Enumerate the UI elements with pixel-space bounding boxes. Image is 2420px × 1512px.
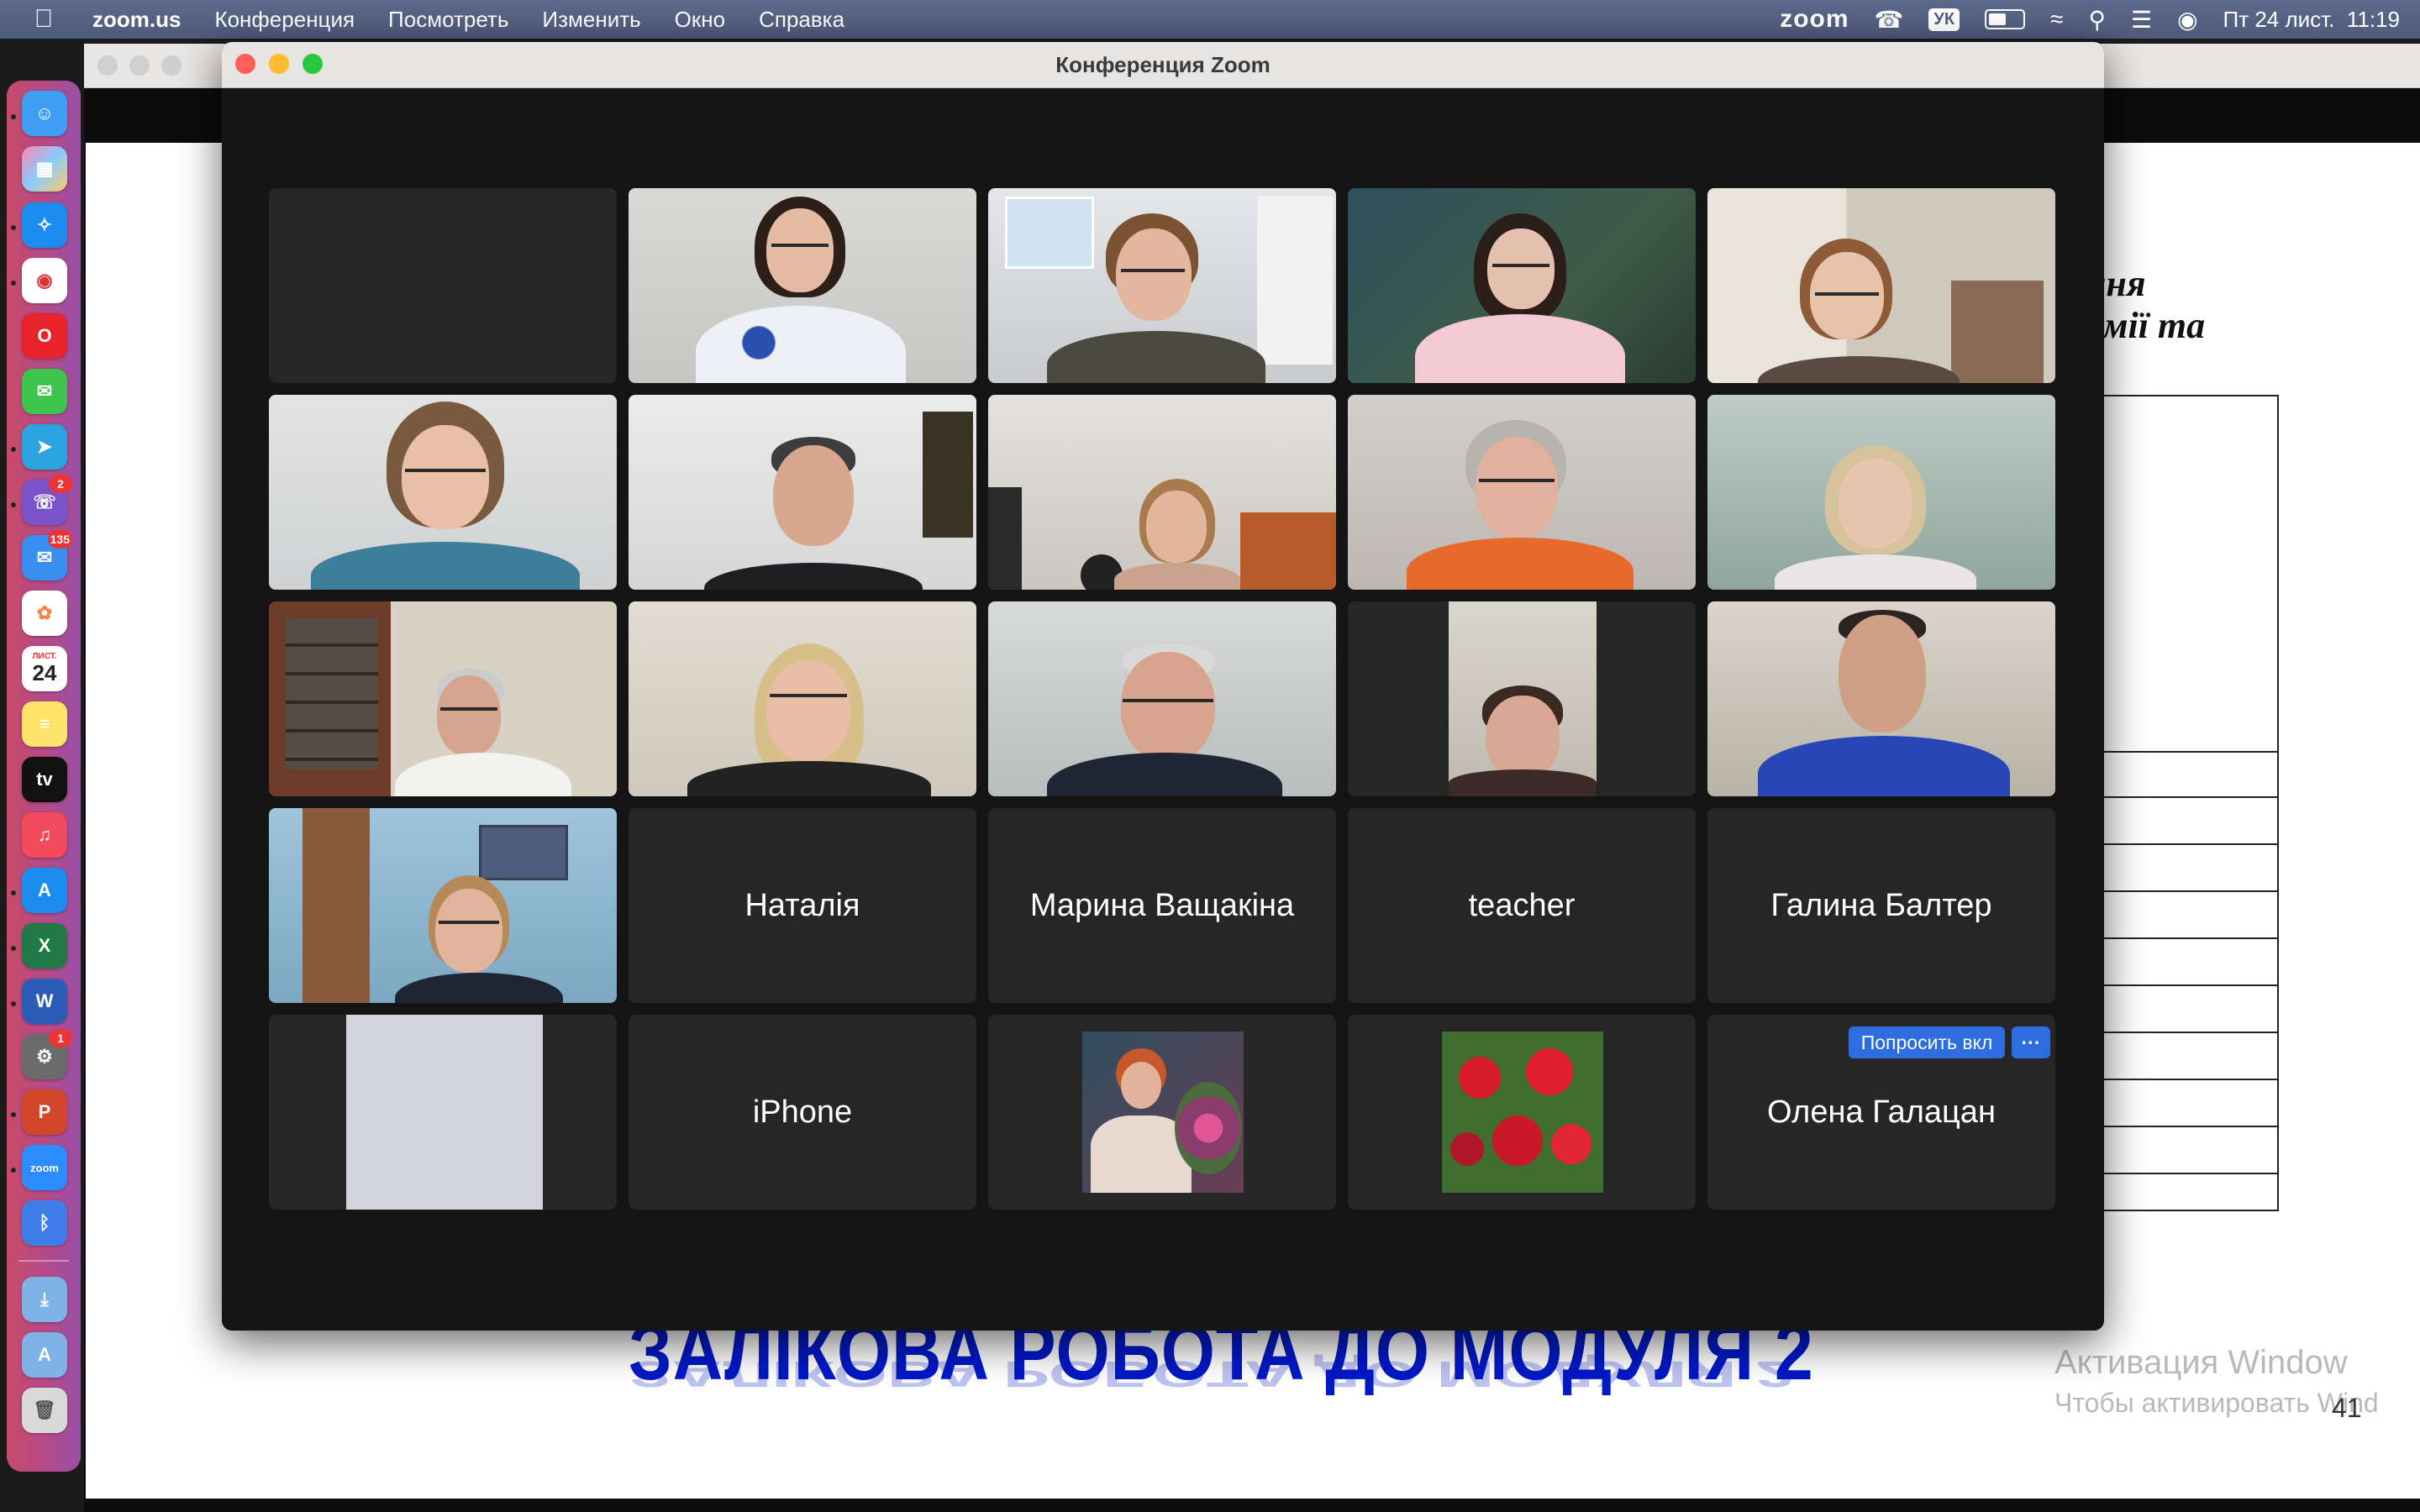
participant-tile-name-only[interactable]: teacher xyxy=(1348,808,1696,1003)
apple-icon[interactable]:  xyxy=(20,5,67,34)
participant-name: Галина Балтер xyxy=(1770,887,1992,923)
applications-folder-icon[interactable]: A xyxy=(22,1332,67,1378)
dock-separator xyxy=(18,1260,69,1262)
photos-icon[interactable]: ✿ xyxy=(22,591,67,636)
participant-tile[interactable] xyxy=(629,395,976,590)
menu-app-name[interactable]: zoom.us xyxy=(92,7,181,33)
participant-tile-name-only[interactable]: Марина Ващакіна xyxy=(988,808,1336,1003)
participant-tile[interactable] xyxy=(988,395,1336,590)
finder-icon[interactable]: ☺ xyxy=(22,91,67,136)
participant-tile[interactable] xyxy=(269,601,617,796)
viber-icon[interactable]: ☏ 2 xyxy=(22,475,72,525)
search-icon[interactable]: ⚲ xyxy=(2088,6,2106,34)
participant-tile[interactable] xyxy=(1707,395,2055,590)
activation-watermark: Активация Window xyxy=(2054,1344,2348,1381)
zoom-titlebar: Конференция Zoom xyxy=(222,42,2104,88)
excel-icon[interactable]: X xyxy=(22,923,67,969)
safari-icon[interactable]: ✧ xyxy=(22,202,67,248)
participant-tile[interactable] xyxy=(988,601,1336,796)
participant-tile-name-only[interactable]: Галина Балтер xyxy=(1707,808,2055,1003)
downloads-folder-icon[interactable]: ⤓ xyxy=(22,1277,67,1322)
zoom-app-label: zoom xyxy=(30,1161,59,1174)
participant-tile[interactable] xyxy=(1348,601,1696,796)
slide-title-reflection: ЗАЛІКОВА РОБОТА ДО МОДУЛЯ 2 xyxy=(629,1353,1795,1394)
close-icon[interactable] xyxy=(97,55,118,76)
mail-icon[interactable]: ✉ 135 xyxy=(22,530,72,580)
participant-tile[interactable] xyxy=(1707,601,2055,796)
participant-tile-avatar[interactable] xyxy=(988,1015,1336,1210)
participant-tile[interactable] xyxy=(988,188,1336,383)
participant-tile-name-only[interactable]: Наталія xyxy=(629,808,976,1003)
menu-item-help[interactable]: Справка xyxy=(759,7,844,33)
participant-tile[interactable] xyxy=(269,395,617,590)
menu-item-conference[interactable]: Конференция xyxy=(214,7,355,33)
notes-icon[interactable]: ≡ xyxy=(22,701,67,747)
participant-avatar-flowers xyxy=(1442,1032,1603,1193)
zoom-status-icon[interactable]: zoom xyxy=(1780,5,1849,34)
participant-tile[interactable] xyxy=(1707,188,2055,383)
app-store-icon[interactable]: A xyxy=(22,868,67,913)
bluetooth-icon[interactable]: ᛒ xyxy=(22,1200,67,1246)
minimize-icon[interactable] xyxy=(129,55,150,76)
participant-tile[interactable] xyxy=(1348,395,1696,590)
participant-blank-video xyxy=(346,1015,543,1210)
participant-tile-avatar[interactable] xyxy=(1348,1015,1696,1210)
apple-tv-icon[interactable]: tv xyxy=(22,757,67,802)
mail-badge: 135 xyxy=(47,530,72,549)
participant-tile[interactable] xyxy=(1348,188,1696,383)
trash-icon[interactable]: 🗑 xyxy=(22,1388,67,1433)
calendar-day: 24 xyxy=(32,660,57,685)
word-icon[interactable]: W xyxy=(22,979,67,1024)
menu-bar:  zoom.us Конференция Посмотреть Изменит… xyxy=(0,0,2420,39)
menu-item-view[interactable]: Посмотреть xyxy=(388,7,508,33)
window-title: Конференция Zoom xyxy=(1055,52,1270,77)
slide-page-number: 41 xyxy=(2332,1393,2362,1423)
participant-tile[interactable] xyxy=(269,808,617,1003)
system-settings-icon[interactable]: ⚙ 1 xyxy=(22,1029,72,1079)
participant-tile-name-only[interactable]: iPhone xyxy=(629,1015,976,1210)
launchpad-icon[interactable]: ▦ xyxy=(22,146,67,192)
participant-tile-empty[interactable] xyxy=(269,188,617,383)
zoom-window-icon[interactable] xyxy=(161,55,182,76)
apple-tv-label: tv xyxy=(36,769,53,790)
zoom-meeting-window: Конференция Zoom Наталія Марина Ващакіна… xyxy=(222,42,2104,1331)
chrome-icon[interactable]: ◉ xyxy=(22,258,67,303)
keyboard-layout-indicator[interactable]: УК xyxy=(1928,8,1960,31)
control-center-icon[interactable]: ☰ xyxy=(2131,6,2152,34)
participant-tile-active-speaker[interactable] xyxy=(629,188,976,383)
viber-badge: 2 xyxy=(49,475,72,493)
telegram-icon[interactable]: ➤ xyxy=(22,424,67,470)
messages-icon[interactable]: ✉ xyxy=(22,369,67,414)
activation-watermark-sub: Чтобы активировать Wind xyxy=(2054,1388,2379,1418)
ask-to-unmute-button[interactable]: Попросить вкл xyxy=(1849,1026,2005,1058)
siri-icon[interactable]: ◉ xyxy=(2177,6,2197,34)
participant-tile[interactable] xyxy=(629,601,976,796)
viber-status-icon[interactable]: ☎ xyxy=(1875,6,1904,34)
menu-clock[interactable]: Пт 24 лист. 11:19 xyxy=(2223,7,2401,33)
battery-icon[interactable] xyxy=(1985,9,2026,29)
participant-tile[interactable] xyxy=(269,1015,617,1210)
settings-badge: 1 xyxy=(49,1029,72,1047)
menu-item-window[interactable]: Окно xyxy=(675,7,725,33)
more-options-button[interactable]: ··· xyxy=(2012,1026,2050,1058)
participant-avatar-photo xyxy=(1082,1032,1244,1193)
participant-tile-name-only[interactable]: Олена Галацан Попросить вкл ··· xyxy=(1707,1015,2055,1210)
calendar-icon[interactable]: ЛИСТ. 24 xyxy=(22,646,67,691)
music-icon[interactable]: ♫ xyxy=(22,812,67,858)
participant-name: teacher xyxy=(1468,887,1576,923)
wifi-icon[interactable]: ≈ xyxy=(2050,6,2063,33)
zoom-app-icon[interactable]: zoom xyxy=(22,1145,67,1190)
participant-name: iPhone xyxy=(752,1094,853,1130)
dock: ☺ ▦ ✧ ◉ O ✉ ➤ ☏ 2 ✉ 135 ✿ ЛИСТ. 24 ≡ tv ♫ A… xyxy=(7,81,81,1472)
participant-name: Марина Ващакіна xyxy=(1029,887,1295,923)
powerpoint-icon[interactable]: P xyxy=(22,1089,67,1135)
opera-icon[interactable]: O xyxy=(22,313,67,359)
participant-name: Наталія xyxy=(744,887,860,923)
menu-item-edit[interactable]: Изменить xyxy=(542,7,640,33)
